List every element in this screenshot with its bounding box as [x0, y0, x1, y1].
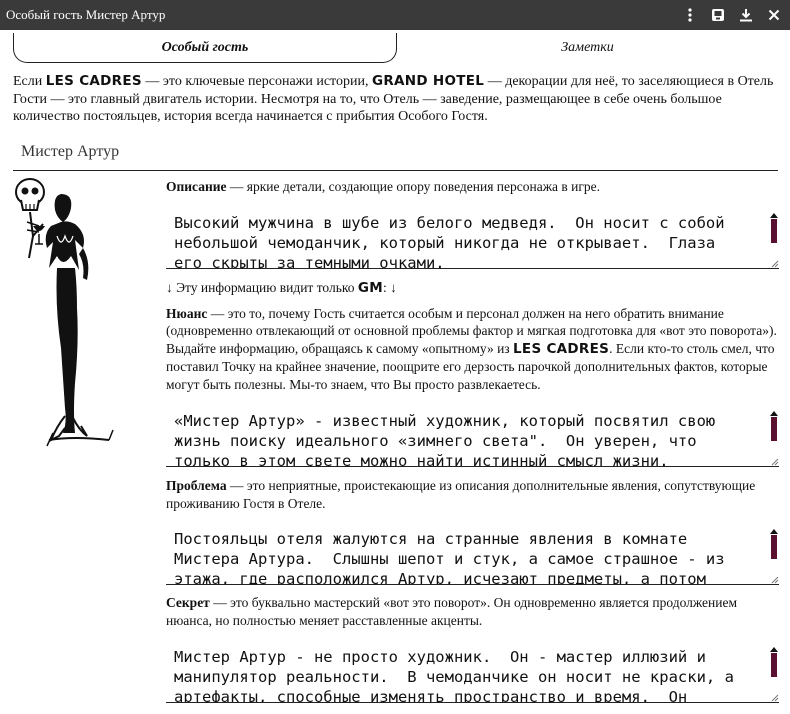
description-label: Описание [166, 179, 227, 194]
problem-value[interactable]: Постояльцы отеля жалуются на странные яв… [166, 525, 779, 584]
scroll-thumb[interactable] [771, 218, 777, 243]
secret-help-text: — это буквально мастерский «вот это пово… [166, 595, 738, 628]
intro-part: Если [13, 74, 46, 89]
window-title: Особый гость Мистер Артур [6, 7, 166, 22]
description-help: Описание — яркие детали, создающие опору… [166, 178, 779, 196]
more-vert-icon[interactable] [682, 7, 698, 23]
download-icon[interactable] [738, 7, 754, 23]
les-cadres-term: LES CADRES [513, 340, 610, 357]
resize-grip-icon[interactable] [770, 457, 779, 466]
nuance-help: Нюанс — это то, почему Гость считается о… [166, 305, 779, 394]
grand-hotel-term: GRAND HOTEL [371, 73, 485, 89]
close-icon[interactable] [766, 7, 782, 23]
problem-help-text: — это неприятные, проистекающие из описа… [166, 478, 756, 511]
intro-text: Если LES CADRES — это ключевые персонажи… [13, 73, 778, 126]
les-cadres-term: LES CADRES [45, 73, 142, 89]
gm-note-part: ↓ Эту информацию видит только [166, 279, 358, 295]
problem-textarea[interactable]: Постояльцы отеля жалуются на странные яв… [166, 525, 779, 585]
secret-value[interactable]: Мистер Артур - не просто художник. Он - … [166, 643, 779, 702]
scroll-up-icon[interactable] [770, 647, 778, 652]
secret-textarea[interactable]: Мистер Артур - не просто художник. Он - … [166, 643, 779, 703]
nuance-value[interactable]: «Мистер Артур» - известный художник, кот… [166, 407, 779, 466]
description-value[interactable]: Высокий мужчина в шубе из белого медведя… [166, 209, 779, 268]
gm-note-part: : ↓ [383, 279, 397, 295]
scroll-thumb[interactable] [771, 653, 777, 677]
secret-help: Секрет — это буквально мастерский «вот э… [166, 594, 779, 629]
resize-grip-icon[interactable] [770, 575, 779, 584]
scroll-up-icon[interactable] [770, 411, 778, 416]
description-help-text: — яркие детали, создающие опору поведени… [226, 179, 601, 194]
tab-notes[interactable]: Заметки [397, 33, 778, 63]
description-textarea[interactable]: Высокий мужчина в шубе из белого медведя… [166, 209, 779, 269]
resize-grip-icon[interactable] [770, 259, 779, 268]
secret-label: Секрет [166, 595, 210, 610]
scroll-thumb[interactable] [771, 417, 777, 441]
nuance-textarea[interactable]: «Мистер Артур» - известный художник, кот… [166, 407, 779, 467]
scroll-up-icon[interactable] [770, 212, 778, 218]
guest-illustration [13, 178, 123, 453]
problem-help: Проблема — это неприятные, проистекающие… [166, 477, 779, 512]
scroll-up-icon[interactable] [770, 529, 778, 534]
nuance-label: Нюанс [166, 305, 208, 321]
guest-sheet: Описание — яркие детали, создающие опору… [166, 178, 779, 703]
resize-grip-icon[interactable] [770, 693, 779, 702]
gm-note: ↓ Эту информацию видит только GM: ↓ [166, 279, 779, 297]
intro-part: — это ключевые персонажи истории, [141, 74, 372, 89]
problem-label: Проблема [166, 478, 227, 493]
gm-term: GM [357, 279, 384, 296]
title-bar: Особый гость Мистер Артур [0, 0, 790, 30]
save-icon[interactable] [710, 7, 726, 23]
guest-name-heading: Мистер Артур [13, 140, 778, 171]
tab-special-guest[interactable]: Особый гость [13, 33, 397, 63]
scroll-thumb[interactable] [771, 535, 777, 559]
tab-bar: Особый гость Заметки [13, 33, 778, 65]
